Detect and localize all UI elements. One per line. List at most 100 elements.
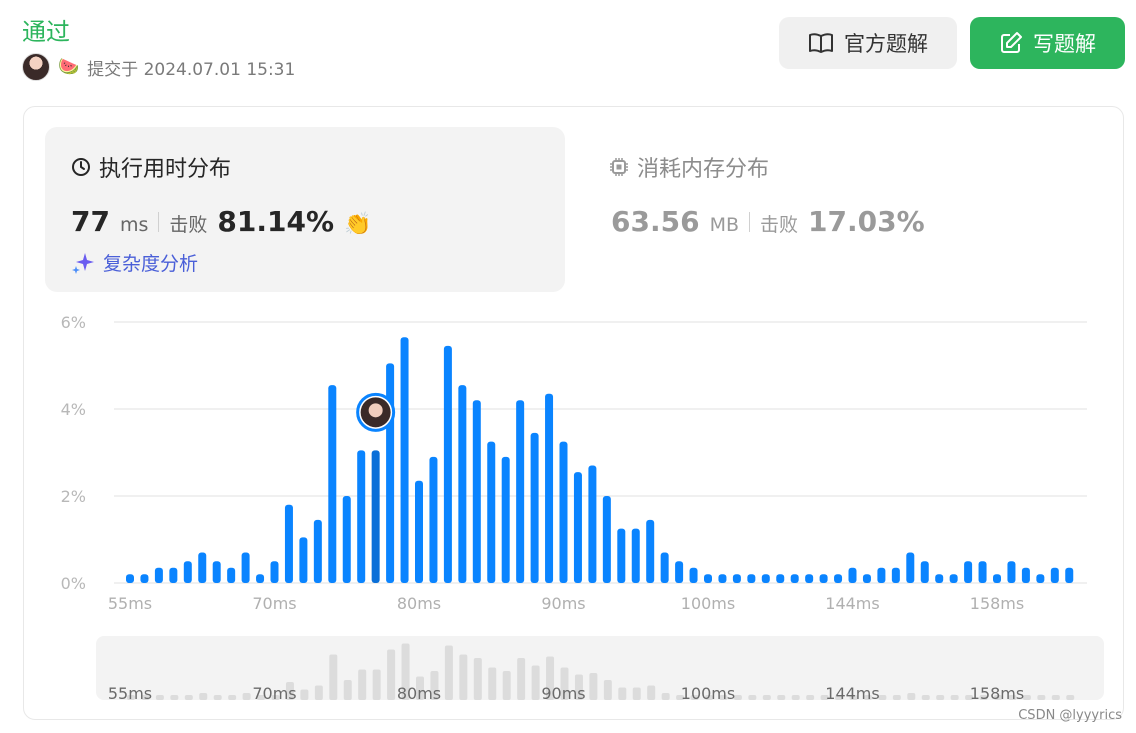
chart-bar[interactable] [964,561,973,583]
brush-bar [314,685,323,700]
chart-bar[interactable] [891,567,900,583]
chart-bar[interactable] [978,561,987,583]
your-submission-marker[interactable] [356,392,396,432]
brush-bar [907,693,916,700]
result-card: 执行用时分布 77 ms 击败 81.14% 👏 复杂度分析 消耗内存分布 63… [23,106,1124,720]
chart-bar[interactable] [704,574,712,583]
chart-grid [114,321,1087,584]
chart-bar[interactable] [617,528,626,583]
chart-bar[interactable] [790,574,799,583]
chart-bar[interactable] [877,567,886,583]
chart-bar[interactable] [227,567,236,583]
chart-bar[interactable] [400,337,409,583]
chart-bar[interactable] [256,574,265,583]
y-tick-label: 2% [61,487,86,506]
chart-bar[interactable] [545,393,554,583]
chart-bar[interactable] [357,450,366,583]
chart-bar[interactable] [1065,567,1074,583]
y-tick-label: 4% [61,400,86,419]
brush-bar [950,695,959,700]
chart-bar[interactable] [718,574,727,583]
brush-bar [502,671,511,700]
chart-bar[interactable] [443,345,452,583]
chart-bar[interactable] [386,363,395,583]
chart-bar[interactable] [819,574,828,583]
chart-bar[interactable] [559,441,568,583]
chart-bar[interactable] [198,552,207,583]
chart-bar[interactable] [631,528,640,583]
divider [749,211,751,232]
chart-bar[interactable] [949,574,958,583]
chart-bar[interactable] [602,496,611,583]
chart-bar[interactable] [646,519,655,583]
x-axis: 55ms 70ms 80ms 90ms 100ms 144ms 158ms [108,594,1024,613]
chart-bar[interactable] [776,574,785,583]
x-tick-label: 100ms [681,594,735,613]
complexity-analysis-link[interactable]: 复杂度分析 [71,249,198,276]
brush-bar [921,695,930,700]
chart-bar[interactable] [588,465,597,583]
chart-bar[interactable] [935,574,944,583]
avatar[interactable] [22,53,50,81]
range-brush[interactable] [96,636,1104,700]
chart-bar[interactable] [660,552,669,583]
brush-bar [387,649,396,700]
chart-bar[interactable] [805,574,814,583]
chart-bar[interactable] [675,561,684,583]
chart-bar[interactable] [993,574,1001,583]
runtime-panel[interactable]: 执行用时分布 77 ms 击败 81.14% 👏 复杂度分析 [45,127,565,292]
brush-bar [473,658,482,700]
brush-tick-label: 100ms [681,684,735,703]
chart-bar[interactable] [284,504,293,583]
watermelon-icon: 🍉 [58,57,80,77]
chart-bar[interactable] [834,574,843,583]
brush-bar [589,673,598,700]
chart-bar[interactable] [1007,561,1016,583]
chart-bar[interactable] [920,561,929,583]
chart-bar[interactable] [212,561,221,583]
chart-bar[interactable] [183,561,192,583]
chart-bar[interactable] [501,456,510,583]
chart-bar[interactable] [573,472,582,583]
chart-bar[interactable] [1021,567,1030,583]
chart-bar[interactable] [429,456,438,583]
chart-bar[interactable] [848,567,857,583]
chart-bar[interactable] [140,574,149,583]
y-tick-label: 0% [61,574,86,593]
chart-bar[interactable] [906,552,915,583]
official-solution-button[interactable]: 官方题解 [779,17,957,69]
brush-bar [459,654,468,700]
chart-bar[interactable] [415,480,423,583]
chart-bar[interactable] [761,574,770,583]
brush-bar [777,695,786,700]
chart-bar[interactable] [1036,574,1045,583]
chart-bar[interactable] [1050,567,1059,583]
chart-bar[interactable] [169,567,178,583]
chart-bar[interactable] [126,574,134,583]
chart-bar[interactable] [241,552,250,583]
chart-bar[interactable] [472,400,481,583]
chart-bar[interactable] [487,441,496,583]
chart-bar[interactable] [342,496,351,583]
chart-bar[interactable] [732,574,741,583]
chart-bar[interactable] [747,574,756,583]
chart-bar[interactable] [689,567,698,583]
memory-panel[interactable]: 消耗内存分布 63.56 MB 击败 17.03% [589,127,1109,292]
runtime-value: 77 [71,205,110,238]
brush-bar [199,693,208,700]
brush-bar [531,665,540,700]
chart-bar[interactable] [154,567,163,583]
chart-bar[interactable] [299,537,308,583]
write-solution-button[interactable]: 写题解 [970,17,1125,69]
chart-bar[interactable] [371,450,380,583]
chart-bar[interactable] [328,385,337,583]
runtime-title: 执行用时分布 [71,151,231,183]
brush-bar [632,687,641,700]
chart-bar[interactable] [458,385,467,583]
chart-bar[interactable] [516,400,525,583]
chart-bar[interactable] [862,574,871,583]
chart-bar[interactable] [270,561,279,583]
chart-bar[interactable] [313,519,322,583]
chart-bar[interactable] [530,432,539,583]
brush-tick-label: 80ms [397,684,441,703]
